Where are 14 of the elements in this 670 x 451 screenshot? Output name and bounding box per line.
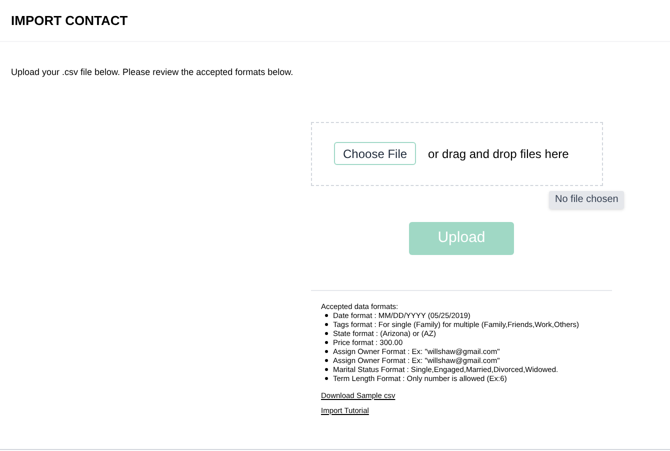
drop-zone[interactable]: Choose File or drag and drop files here <box>311 122 603 186</box>
file-status-tooltip: No file chosen <box>549 190 624 208</box>
bullet-icon <box>325 358 328 362</box>
bullet-icon <box>325 332 328 334</box>
bullet-icon <box>325 368 328 370</box>
bullet-icon <box>325 340 328 344</box>
bullet-icon <box>325 376 328 380</box>
page-title: IMPORT CONTACT <box>11 12 128 30</box>
bullet-icon <box>325 314 328 316</box>
bullet-icon <box>325 322 328 326</box>
bullet-icon <box>325 350 328 352</box>
intro-text: Upload your .csv file below. Please review the accepted formats below. <box>11 66 294 79</box>
drop-hint: or drag and drop files here <box>428 146 569 162</box>
choose-file-button[interactable]: Choose File <box>334 142 416 165</box>
